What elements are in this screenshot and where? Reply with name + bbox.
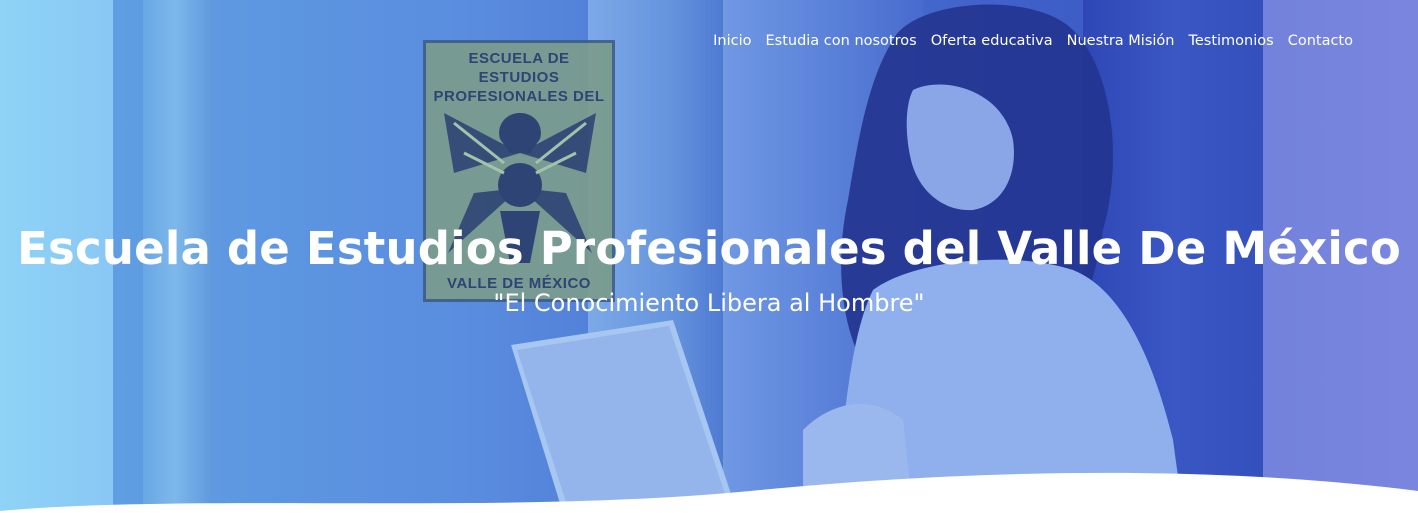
hero-subtitle: "El Conocimiento Libera al Hombre" [493,289,925,317]
nav-item-nuestra-mision[interactable]: Nuestra Misión [1060,31,1182,51]
bottom-wave-divider [0,472,1418,513]
hero-title: Escuela de Estudios Profesionales del Va… [17,222,1401,275]
nav-item-testimonios[interactable]: Testimonios [1181,31,1280,51]
nav-item-contacto[interactable]: Contacto [1281,31,1360,51]
nav-item-oferta-educativa[interactable]: Oferta educativa [924,31,1060,51]
nav-item-inicio[interactable]: Inicio [706,31,758,51]
nav-item-estudia-con-nosotros[interactable]: Estudia con nosotros [758,31,923,51]
main-navigation: Inicio Estudia con nosotros Oferta educa… [706,31,1360,51]
logo-text-line-1: ESCUELA DE ESTUDIOS [468,50,570,86]
hero-section: ESCUELA DE ESTUDIOS PROFESIONALES DEL VA… [0,0,1418,513]
